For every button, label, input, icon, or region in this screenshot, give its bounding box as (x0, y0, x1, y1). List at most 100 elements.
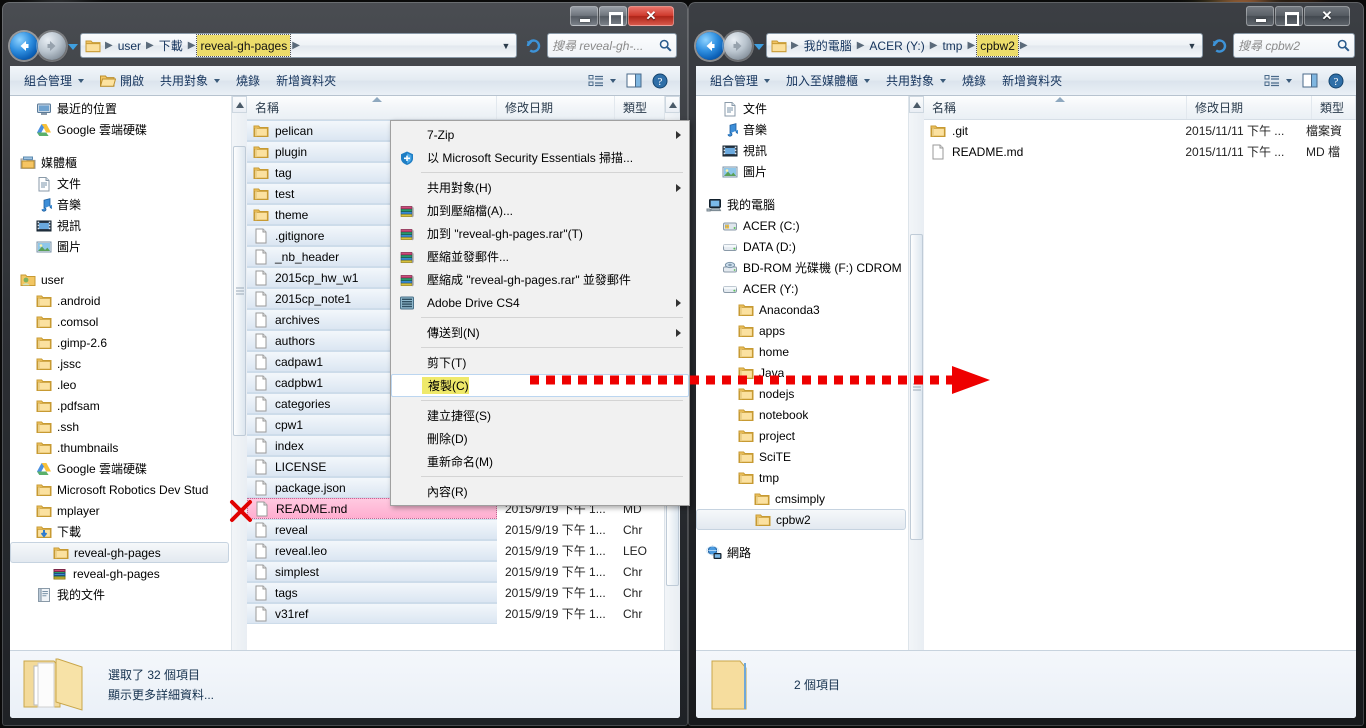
right-toolbar[interactable]: 組合管理 加入至媒體櫃 共用對象 燒錄 新增資料夾 ? (696, 66, 1356, 96)
toolbar-share[interactable]: 共用對象 (878, 69, 954, 93)
tree-item[interactable]: ACER (Y:) (696, 278, 906, 299)
table-row[interactable]: reveal.leo 2015/9/19 下午 1... LEO (247, 540, 680, 561)
file-name-cell[interactable]: simplest (247, 561, 497, 582)
tree-item[interactable]: .leo (10, 374, 229, 395)
tree-item[interactable]: .comsol (10, 311, 229, 332)
tree-item[interactable]: Microsoft Robotics Dev Stud (10, 479, 229, 500)
toolbar-organize[interactable]: 組合管理 (16, 69, 92, 93)
minimize-button[interactable] (1246, 6, 1274, 26)
tree-item[interactable]: .gimp-2.6 (10, 332, 229, 353)
right-caption-buttons[interactable]: ✕ (1246, 6, 1350, 26)
breadcrumb-1[interactable]: ACER (Y:) (866, 35, 927, 56)
tree-item[interactable]: 文件 (696, 98, 906, 119)
tree-item[interactable]: 圖片 (10, 236, 229, 257)
menu-item[interactable]: 壓縮並發郵件... (391, 245, 689, 268)
file-name-cell[interactable]: README.md (924, 141, 1177, 162)
left-navigation-pane[interactable]: 最近的位置 Google 雲端硬碟 媒體櫃 文件 音樂 視訊 圖片 user .android.… (10, 96, 247, 718)
left-column-headers[interactable]: 名稱 修改日期 類型 (247, 96, 680, 120)
left-toolbar[interactable]: 組合管理 開啟 共用對象 燒錄 新增資料夾 ? (10, 66, 680, 96)
search-input[interactable]: 搜尋 reveal-gh-... (552, 37, 659, 54)
help-button[interactable]: ? (1326, 69, 1346, 93)
table-row[interactable]: simplest 2015/9/19 下午 1... Chr (247, 561, 680, 582)
minimize-button[interactable] (570, 6, 598, 26)
breadcrumb-1[interactable]: 下載 (156, 35, 186, 56)
tree-item[interactable]: nodejs (696, 383, 906, 404)
right-explorer-window[interactable]: ✕ ▶ 我的電腦 ▶ ACER (Y:) ▶ tmp ▶ cpbw2 ▶ ▼ 搜… (688, 2, 1364, 726)
tree-item[interactable]: 網路 (696, 542, 906, 563)
tree-item[interactable]: tmp (696, 467, 906, 488)
toolbar-burn[interactable]: 燒錄 (228, 69, 268, 93)
right-column-headers[interactable]: 名稱 修改日期 類型 (924, 96, 1356, 120)
file-name-cell[interactable]: .git (924, 120, 1177, 141)
context-menu[interactable]: 7-Zip 以 Microsoft Security Essentials 掃描.… (390, 120, 690, 506)
menu-item[interactable]: 7-Zip (391, 123, 689, 146)
tree-item[interactable]: user (10, 269, 229, 290)
scroll-up-arrow[interactable] (232, 96, 247, 113)
right-file-list-pane[interactable]: 名稱 修改日期 類型 .git 2015/11/11 下午 ... 檔案資 READM… (924, 96, 1356, 718)
address-dropdown-icon[interactable]: ▼ (498, 41, 514, 51)
toolbar-add-to-library[interactable]: 加入至媒體櫃 (778, 69, 878, 93)
tree-item[interactable]: 文件 (10, 173, 229, 194)
column-date[interactable]: 修改日期 (1187, 96, 1312, 119)
close-button[interactable]: ✕ (1304, 6, 1350, 26)
right-search-box[interactable]: 搜尋 cpbw2 (1233, 33, 1355, 58)
column-type[interactable]: 類型 (1312, 96, 1356, 119)
forward-button[interactable] (724, 32, 752, 60)
view-layout-button[interactable] (1262, 69, 1294, 93)
toolbar-new-folder[interactable]: 新增資料夾 (268, 69, 344, 93)
scroll-up-arrow[interactable] (909, 96, 924, 113)
menu-item[interactable]: 以 Microsoft Security Essentials 掃描... (391, 146, 689, 169)
table-row[interactable]: README.md 2015/11/11 下午 ... MD 檔 (924, 141, 1356, 162)
tree-item[interactable]: Java (696, 362, 906, 383)
left-status-line2[interactable]: 顯示更多詳細資料... (108, 685, 214, 705)
tree-item[interactable]: cpbw2 (696, 509, 906, 530)
breadcrumb-0[interactable]: 我的電腦 (801, 35, 855, 56)
menu-item[interactable]: 重新命名(M) (391, 450, 689, 473)
file-name-cell[interactable]: reveal (247, 519, 497, 540)
maximize-button[interactable] (599, 6, 627, 26)
history-dropdown-icon[interactable] (754, 44, 764, 50)
toolbar-new-folder[interactable]: 新增資料夾 (994, 69, 1070, 93)
table-row[interactable]: reveal 2015/9/19 下午 1... Chr (247, 519, 680, 540)
tree-item[interactable]: 下載 (10, 521, 229, 542)
right-address-bar[interactable]: ▶ 我的電腦 ▶ ACER (Y:) ▶ tmp ▶ cpbw2 ▶ ▼ (766, 33, 1203, 58)
right-file-rows[interactable]: .git 2015/11/11 下午 ... 檔案資 README.md 2015/11… (924, 120, 1356, 702)
preview-pane-button[interactable] (1300, 69, 1320, 93)
tree-item[interactable]: 音樂 (696, 119, 906, 140)
left-address-bar[interactable]: ▶ user ▶ 下載 ▶ reveal-gh-pages ▶ ▼ (80, 33, 517, 58)
tree-item[interactable]: Anaconda3 (696, 299, 906, 320)
tree-item[interactable]: SciTE (696, 446, 906, 467)
tree-item[interactable]: .android (10, 290, 229, 311)
scroll-up-arrow[interactable] (665, 96, 680, 113)
tree-item[interactable]: mplayer (10, 500, 229, 521)
menu-item[interactable]: 內容(R) (391, 480, 689, 503)
column-name[interactable]: 名稱 (924, 96, 1187, 119)
refresh-button[interactable] (1208, 34, 1231, 57)
menu-item[interactable]: 剪下(T) (391, 351, 689, 374)
tree-item[interactable]: cmsimply (696, 488, 906, 509)
close-button[interactable]: ✕ (628, 6, 674, 26)
right-tree-scrollbar[interactable] (908, 96, 924, 718)
menu-item[interactable]: 建立捷徑(S) (391, 404, 689, 427)
left-search-box[interactable]: 搜尋 reveal-gh-... (547, 33, 677, 58)
breadcrumb-0[interactable]: user (115, 35, 144, 56)
tree-item[interactable]: reveal-gh-pages (10, 563, 229, 584)
tree-item[interactable]: 視訊 (10, 215, 229, 236)
menu-item[interactable]: 共用對象(H) (391, 176, 689, 199)
refresh-button[interactable] (522, 34, 545, 57)
tree-item[interactable]: BD-ROM 光碟機 (F:) CDROM (696, 257, 906, 278)
tree-item[interactable]: 圖片 (696, 161, 906, 182)
tree-item[interactable]: .ssh (10, 416, 229, 437)
file-name-cell[interactable]: v31ref (247, 603, 497, 624)
search-input[interactable]: 搜尋 cpbw2 (1238, 37, 1337, 54)
back-button[interactable] (696, 32, 724, 60)
breadcrumb-2[interactable]: reveal-gh-pages (196, 34, 292, 57)
tree-item[interactable]: 視訊 (696, 140, 906, 161)
menu-item[interactable]: 壓縮成 "reveal-gh-pages.rar" 並發郵件 (391, 268, 689, 291)
tree-item[interactable]: 我的文件 (10, 584, 229, 605)
tree-item[interactable]: notebook (696, 404, 906, 425)
menu-item[interactable]: Adobe Drive CS4 (391, 291, 689, 314)
maximize-button[interactable] (1275, 6, 1303, 26)
right-tree-scroll-thumb[interactable] (910, 234, 923, 540)
breadcrumb-2[interactable]: tmp (939, 35, 965, 56)
